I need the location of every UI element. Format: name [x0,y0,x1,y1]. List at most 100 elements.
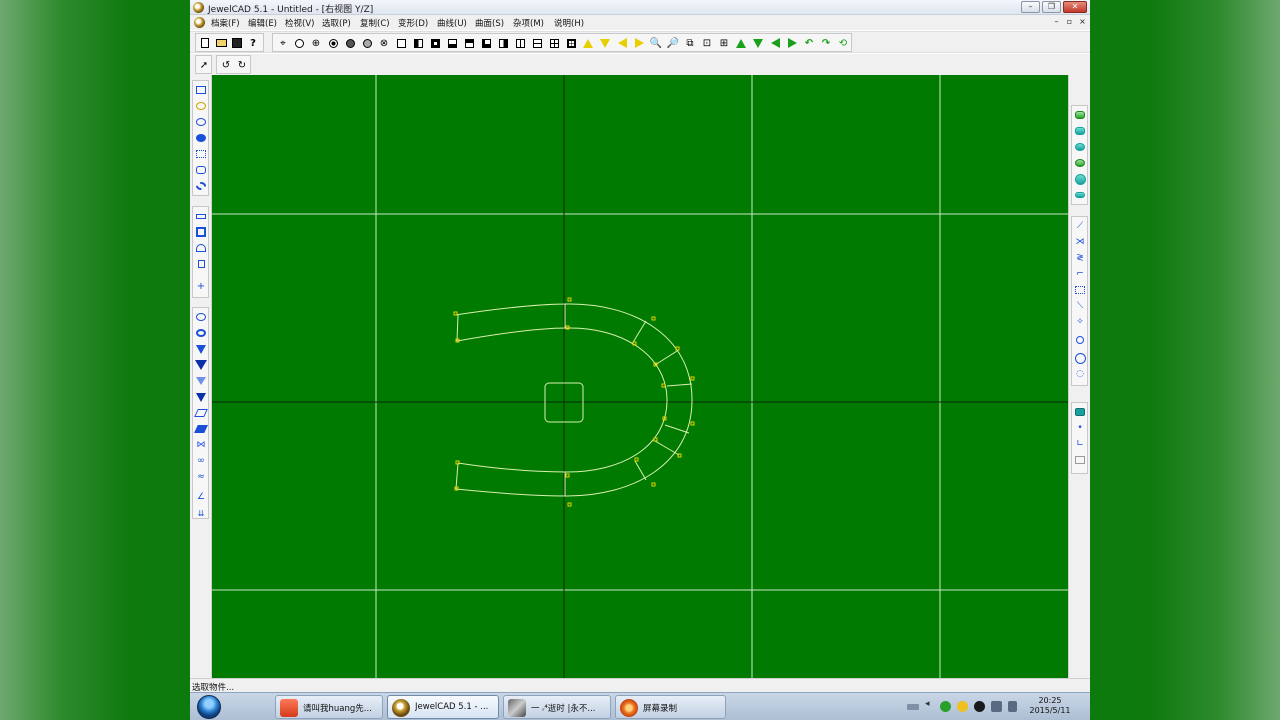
crosshair-point-icon[interactable]: ⌖ [275,35,291,51]
taskbar-clock[interactable]: 20:25 2015/5/11 [1026,696,1074,716]
loft-surface-icon[interactable] [1073,156,1087,170]
network-tray-icon[interactable] [991,701,1002,712]
rotate-up-icon[interactable] [580,35,596,51]
add-point-tool-icon[interactable]: + [194,279,208,293]
viewport-canvas[interactable] [212,75,1068,678]
rotate-down-icon[interactable] [597,35,613,51]
star-curve-icon[interactable]: ✧ [1073,315,1087,329]
rotate-right-icon[interactable] [631,35,647,51]
slant-tool-icon[interactable] [194,406,208,420]
triangle-down-tool-icon[interactable] [194,342,208,356]
menu-curve[interactable]: 曲线(U) [437,17,467,29]
u-shape-curve[interactable] [454,303,693,497]
view-bottom-right-icon[interactable] [478,35,494,51]
right-view-viewport[interactable] [212,75,1068,678]
split-three-icon[interactable] [546,35,562,51]
taskbar-button-photo[interactable]: 一 ᵣ⁴逝时 |永不... [503,695,611,719]
revolve-surface-icon[interactable] [1073,124,1087,138]
copy-object-icon[interactable] [1073,405,1087,419]
select-arrow-icon[interactable]: ➚ [196,57,212,73]
sweep-surface-icon[interactable] [1073,140,1087,154]
taskbar-button-chat[interactable]: 请叫我huang先... [275,695,383,719]
pan-up-icon[interactable] [733,35,749,51]
view-top-icon[interactable] [461,35,477,51]
qq-tray-icon[interactable] [957,701,968,712]
open-folder-icon[interactable] [213,35,229,51]
view-left-icon[interactable] [410,35,426,51]
taskbar-button-screen-record[interactable]: 屏幕录制 [615,695,726,719]
menu-help[interactable]: 说明(H) [554,17,584,29]
zigzag-curve-icon[interactable]: ≷ [1073,251,1087,265]
windows-start-icon[interactable] [197,695,221,719]
half-oval-tool-icon[interactable] [194,326,208,340]
angle-tool-icon[interactable]: ∠ [194,490,208,504]
split-four-icon[interactable] [563,35,579,51]
array-object-tool-icon[interactable] [194,147,208,161]
mdi-minimize-button[interactable]: – [1052,17,1061,27]
menu-surface[interactable]: 曲面(S) [475,17,504,29]
turn-left-icon[interactable]: ↶ [801,35,817,51]
single-point-icon[interactable]: • [1073,421,1087,435]
pan-down-icon[interactable] [750,35,766,51]
taskbar-button-jewelcad[interactable]: JewelCAD 5.1 - ... [387,695,499,719]
close-button[interactable]: ✕ [1063,1,1087,13]
restore-button[interactable]: ❐ [1042,1,1061,13]
triangle-outline-tool-icon[interactable] [194,374,208,388]
large-circle-curve-icon[interactable] [1073,351,1087,365]
show-hidden-icons-icon[interactable]: ◂ [925,699,936,710]
menu-deform[interactable]: 变形(D) [398,17,428,29]
single-view-icon[interactable] [393,35,409,51]
gear-object-tool-icon[interactable] [194,179,208,193]
wire-sphere-icon[interactable]: ⊗ [376,35,392,51]
reset-view-icon[interactable]: ⟲ [835,35,851,51]
corner-point-icon[interactable]: ∟ [1073,437,1087,451]
redo-icon[interactable]: ↻ [234,57,250,73]
keyboard-tray-icon[interactable] [907,704,919,710]
small-rect-tool-icon[interactable] [194,257,208,271]
qq-penguin-tray-icon[interactable] [974,701,985,712]
menu-misc[interactable]: 杂项(M) [513,17,544,29]
wave-tool-icon[interactable]: ≈ [194,470,208,484]
view-right-icon[interactable] [495,35,511,51]
mirror-curve-icon[interactable]: ⋊ [1073,235,1087,249]
arrows-down-tool-icon[interactable]: ⇊ [194,506,208,520]
arch-tool-icon[interactable] [194,241,208,255]
step-curve-icon[interactable]: ⌐ [1073,267,1087,281]
help-pointer-icon[interactable]: ? [245,35,261,51]
trapezoid-tool-icon[interactable] [194,390,208,404]
group-object-tool-icon[interactable] [194,131,208,145]
zoom-in-icon[interactable]: 🔍 [648,35,664,51]
oval-tool-icon[interactable] [194,310,208,324]
mirror-object-tool-icon[interactable] [194,99,208,113]
undo-icon[interactable]: ↺ [218,57,234,73]
menu-edit[interactable]: 编辑(E) [248,17,277,29]
bowtie-tool-icon[interactable]: ⋈ [194,438,208,452]
minimize-button[interactable]: – [1021,1,1040,13]
profile-surface-icon[interactable] [1073,188,1087,202]
circle-curve-icon[interactable] [1073,333,1087,347]
turn-right-icon[interactable]: ↷ [818,35,834,51]
pan-right-icon[interactable] [784,35,800,51]
volume-tray-icon[interactable] [1008,701,1017,712]
box-curve-icon[interactable] [1073,283,1087,297]
free-curve-icon[interactable]: ⟋ [1073,219,1087,233]
menu-file[interactable]: 档案(F) [211,17,240,29]
security-tray-icon[interactable] [940,701,951,712]
rect-tool-icon[interactable] [194,225,208,239]
slant-filled-tool-icon[interactable] [194,422,208,436]
tube-surface-icon[interactable] [1073,172,1087,186]
triangle-down-filled-tool-icon[interactable] [194,358,208,372]
rotate-left-icon[interactable] [614,35,630,51]
menu-copy[interactable]: 复制(C) [360,17,390,29]
zoom-extent-icon[interactable]: ⊡ [699,35,715,51]
pan-left-icon[interactable] [767,35,783,51]
infinity-tool-icon[interactable]: ∞ [194,454,208,468]
shaded-circle-icon[interactable] [359,35,375,51]
menu-select[interactable]: 选取(P) [322,17,351,29]
filled-circle-icon[interactable] [342,35,358,51]
zoom-all-icon[interactable]: ⊞ [716,35,732,51]
document-icon[interactable] [194,17,205,28]
extrude-surface-icon[interactable] [1073,108,1087,122]
target-circle-icon[interactable]: ⊕ [308,35,324,51]
line-curve-icon[interactable]: ⟍ [1073,299,1087,313]
